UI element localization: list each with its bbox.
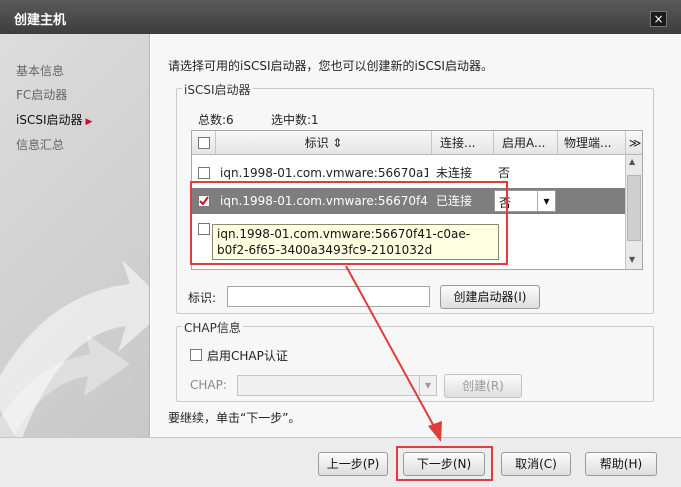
iscsi-group-label: iSCSI启动器 xyxy=(182,81,253,98)
chap-create-button[interactable]: 创建(R) xyxy=(444,374,522,398)
title-bar: 创建主机 × xyxy=(0,0,681,34)
scroll-up-icon[interactable]: ▲ xyxy=(629,157,635,166)
chap-select[interactable]: ▾ xyxy=(237,375,437,396)
nav-item-fc-initiator[interactable]: FC启动器 xyxy=(16,86,67,103)
continue-hint: 要继续，单击“下一步”。 xyxy=(168,411,301,425)
scrollbar-thumb[interactable] xyxy=(627,175,641,241)
chevron-down-icon[interactable]: ▾ xyxy=(537,191,555,211)
chap-group-label: CHAP信息 xyxy=(182,319,243,336)
table-scrollbar[interactable]: ▲ ▼ xyxy=(625,155,642,269)
highlight-box-next-button xyxy=(396,446,493,481)
id-input[interactable] xyxy=(227,286,430,307)
chap-field-label: CHAP: xyxy=(190,378,227,392)
row-checkbox[interactable] xyxy=(198,167,210,179)
intro-text: 请选择可用的iSCSI启动器，您也可以创建新的iSCSI启动器。 xyxy=(168,59,493,73)
columns-menu-icon[interactable]: ≫ xyxy=(626,131,642,155)
highlight-box-selected-row xyxy=(190,181,508,265)
wizard-nav: 基本信息 FC启动器 iSCSI启动器 ▶ 信息汇总 xyxy=(0,34,150,437)
total-count: 总数:6 xyxy=(198,113,234,127)
column-header-physical[interactable]: 物理端... xyxy=(558,131,626,155)
chevron-down-icon[interactable]: ▾ xyxy=(419,376,436,395)
selected-count: 选中数:1 xyxy=(271,113,319,127)
column-header-id[interactable]: 标识 ⇕ xyxy=(216,131,432,155)
scroll-down-icon[interactable]: ▼ xyxy=(629,255,635,264)
table-header: 标识 ⇕ 连接... 启用A... 物理端... ≫ xyxy=(192,131,642,155)
nav-item-basic-info[interactable]: 基本信息 xyxy=(16,62,64,79)
nav-item-iscsi-initiator[interactable]: iSCSI启动器 ▶ xyxy=(16,111,92,128)
enable-chap-label: 启用CHAP认证 xyxy=(207,349,288,363)
help-button[interactable]: 帮助(H) xyxy=(585,452,657,476)
column-header-connection[interactable]: 连接... xyxy=(432,131,494,155)
column-header-enabled[interactable]: 启用A... xyxy=(494,131,558,155)
prev-button[interactable]: 上一步(P) xyxy=(318,452,388,476)
enable-chap-checkbox[interactable] xyxy=(190,349,202,361)
current-step-marker-icon: ▶ xyxy=(85,117,93,127)
id-field-label: 标识: xyxy=(188,291,217,305)
nav-item-summary[interactable]: 信息汇总 xyxy=(16,136,64,153)
nav-item-iscsi-label: iSCSI启动器 xyxy=(16,113,83,127)
window-title: 创建主机 xyxy=(14,13,67,28)
cancel-button[interactable]: 取消(C) xyxy=(501,452,571,476)
close-icon[interactable]: × xyxy=(650,11,667,27)
create-initiator-button[interactable]: 创建启动器(I) xyxy=(440,285,540,309)
